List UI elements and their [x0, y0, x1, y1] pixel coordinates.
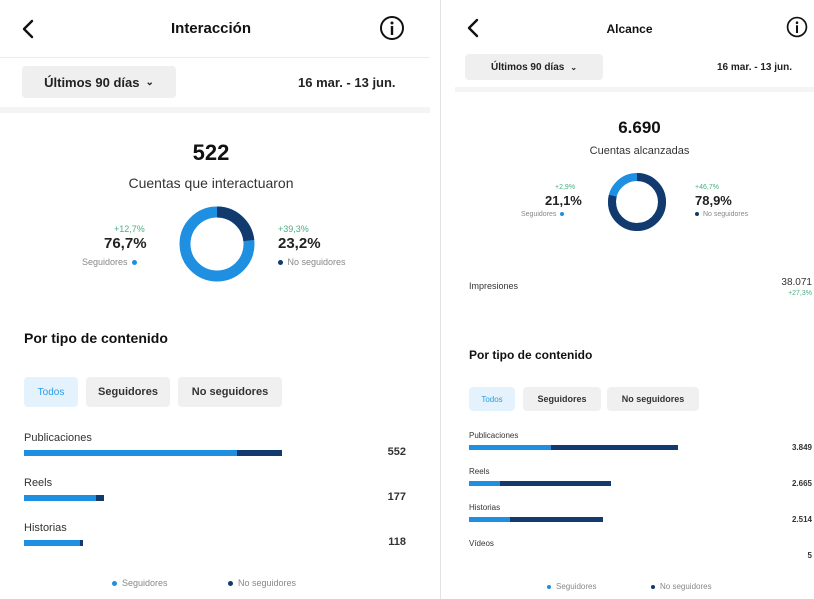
row-bar [24, 450, 283, 456]
row-bar-followers [469, 517, 510, 522]
impressions-value: 38.071 [781, 277, 812, 288]
row-label: Historias [469, 503, 501, 512]
row-label: Reels [24, 477, 53, 489]
legend-followers-dot [112, 580, 117, 586]
row-value: 5 [807, 551, 812, 560]
legend-non-followers-label: No seguidores [660, 582, 712, 591]
legend-non-followers-dot [228, 580, 233, 586]
row-bar-non-followers [79, 540, 83, 546]
row-bar-non-followers [500, 481, 611, 486]
followers-percent: 76,7% [104, 235, 147, 252]
legend-followers-label: Seguidores [556, 582, 597, 591]
date-range-dropdown[interactable]: Últimos 90 días ⌄ [22, 66, 176, 98]
followers-legend-label: Seguidores [521, 211, 557, 218]
total-label: Cuentas alcanzadas [589, 145, 690, 157]
non-followers-change: +39,3% [278, 224, 309, 234]
total-count: 522 [192, 140, 230, 165]
row-label: Publicaciones [24, 432, 92, 444]
followers-legend: Seguidores [521, 211, 565, 218]
row-bar [469, 481, 611, 486]
interaction-panel: Interacción Últimos 90 días ⌄ 16 mar. - … [0, 0, 430, 599]
date-range-text: 16 mar. - 13 jun. [298, 75, 396, 90]
bottom-legend-non-followers: No seguidores [228, 578, 296, 588]
filter-bar: Últimos 90 días ⌄ 16 mar. - 13 jun. [455, 50, 814, 92]
date-range-label: Últimos 90 días [44, 74, 140, 90]
followers-legend: Seguidores [82, 257, 138, 267]
followers-legend-label: Seguidores [82, 257, 128, 267]
chip-non-followers[interactable]: No seguidores [607, 387, 699, 411]
chip-all[interactable]: Todos [24, 377, 78, 407]
page-title: Alcance [606, 22, 653, 36]
row-value: 2.665 [791, 479, 812, 488]
chip-all[interactable]: Todos [469, 387, 515, 411]
followers-percent: 21,1% [545, 193, 582, 208]
row-value: 177 [387, 491, 406, 503]
followers-change: +12,7% [114, 224, 145, 234]
impressions-label: Impresiones [469, 281, 519, 291]
row-bar-non-followers [550, 445, 678, 450]
row-bar-followers [469, 445, 551, 450]
row-value: 118 [388, 536, 406, 548]
followers-change: +2,9% [555, 184, 576, 191]
row-bar-followers [24, 450, 237, 456]
row-bar-non-followers [95, 495, 104, 501]
row-label: Publicaciones [469, 431, 519, 440]
impressions-change: +27,3% [788, 290, 812, 297]
non-followers-change: +46,7% [695, 184, 719, 191]
total-label: Cuentas que interactuaron [128, 175, 294, 191]
bottom-legend-followers: Seguidores [547, 582, 596, 591]
date-range-label: Últimos 90 días [490, 61, 565, 73]
total-count: 6.690 [618, 118, 661, 137]
info-icon[interactable] [785, 15, 809, 39]
audience-donut-chart [179, 206, 255, 282]
row-bar-followers [24, 540, 80, 546]
row-label: Vídeos [469, 539, 494, 548]
row-bar-followers [24, 495, 96, 501]
legend-followers-dot [547, 584, 551, 589]
chip-followers[interactable]: Seguidores [86, 377, 170, 407]
non-followers-legend: No seguidores [695, 211, 748, 218]
non-followers-dot [695, 212, 699, 216]
row-bar [24, 495, 104, 501]
non-followers-legend-label: No seguidores [287, 257, 346, 267]
date-range-text: 16 mar. - 13 jun. [717, 62, 793, 73]
non-followers-legend-label: No seguidores [702, 211, 749, 218]
followers-dot [132, 260, 138, 265]
audience-donut-chart [608, 173, 666, 231]
chip-followers[interactable]: Seguidores [523, 387, 601, 411]
header: Interacción [0, 0, 430, 58]
row-label: Historias [24, 522, 67, 534]
legend-non-followers-label: No seguidores [238, 578, 297, 588]
bottom-legend-followers: Seguidores [112, 578, 168, 588]
bottom-legend-non-followers: No seguidores [651, 582, 712, 591]
row-value: 3.849 [791, 443, 812, 452]
section-title: Por tipo de contenido [469, 348, 593, 362]
followers-dot [560, 212, 565, 216]
filter-bar: Últimos 90 días ⌄ 16 mar. - 13 jun. [0, 58, 430, 113]
chip-non-followers[interactable]: No seguidores [178, 377, 282, 407]
reach-panel: Alcance Últimos 90 días ⌄ 16 mar. - 13 j… [455, 0, 814, 599]
chevron-down-icon: ⌄ [145, 76, 154, 88]
non-followers-percent: 23,2% [278, 235, 321, 252]
date-range-dropdown[interactable]: Últimos 90 días ⌄ [465, 54, 603, 80]
row-value: 552 [387, 446, 406, 458]
row-bar [469, 445, 678, 450]
legend-followers-label: Seguidores [122, 578, 168, 588]
section-title: Por tipo de contenido [24, 330, 168, 346]
panel-divider [440, 0, 441, 599]
non-followers-dot [278, 260, 283, 265]
row-label: Reels [469, 467, 490, 476]
non-followers-percent: 78,9% [695, 193, 732, 208]
non-followers-legend: No seguidores [278, 257, 346, 267]
row-bar [469, 517, 604, 522]
legend-non-followers-dot [651, 584, 655, 589]
row-bar-followers [469, 481, 501, 486]
row-bar-non-followers [236, 450, 283, 456]
chevron-down-icon: ⌄ [570, 62, 578, 72]
row-bar-non-followers [509, 517, 604, 522]
row-value: 2.514 [791, 515, 812, 524]
row-bar [24, 540, 83, 546]
page-title: Interacción [170, 20, 252, 37]
info-icon[interactable] [378, 14, 406, 42]
